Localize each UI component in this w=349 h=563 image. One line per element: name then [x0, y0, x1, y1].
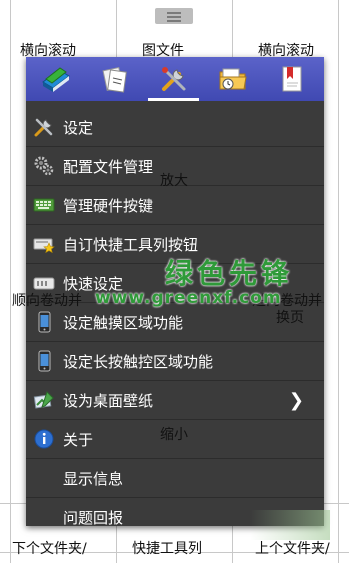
menu-item-label: 设为桌面壁纸 — [63, 391, 154, 410]
grid-line — [10, 0, 11, 563]
menu-item-set-wallpaper[interactable]: 设为桌面壁纸 ❯ — [26, 381, 324, 420]
menu-item-label: 关于 — [63, 430, 94, 449]
keyboard-icon — [33, 194, 55, 216]
zone-label-bottom-right: 上个文件夹/ — [255, 541, 330, 557]
bookmark-icon — [282, 66, 301, 92]
menu-item-label: 设定长按触控区域功能 — [63, 352, 214, 371]
menu-item-label: 配置文件管理 — [63, 157, 154, 176]
zone-label-bottom-left: 下个文件夹/ — [12, 541, 87, 557]
tab-tools[interactable] — [144, 57, 203, 101]
tools-icon — [161, 67, 185, 91]
watermark-url: www.greenxf.com — [95, 288, 282, 308]
info-icon — [33, 428, 55, 450]
watermark-title: 绿色先锋 — [165, 257, 294, 290]
gears-icon — [33, 155, 55, 177]
grid-line — [338, 0, 339, 563]
tab-folder[interactable] — [203, 57, 262, 101]
menu-item-label: 显示信息 — [63, 469, 124, 488]
corner-decoration — [250, 510, 330, 540]
phone-icon — [33, 350, 55, 372]
tab-documents[interactable] — [85, 57, 144, 101]
toolbar-star-icon — [33, 233, 55, 255]
tools-icon — [33, 116, 55, 138]
zone-label-left-scroll: 顺向卷动并 — [12, 293, 82, 309]
zone-label-bottom-mid: 快捷工具列 — [132, 541, 202, 557]
menu-item-label: 设定触摸区域功能 — [63, 313, 184, 332]
menu-item-settings[interactable]: 设定 — [26, 108, 324, 147]
zone-label-zoom-out: 缩小 — [160, 427, 188, 443]
books-icon — [41, 67, 70, 92]
chevron-right-icon: ❯ — [288, 390, 304, 411]
menu-item-show-info[interactable]: 显示信息 — [26, 459, 324, 498]
zone-label-page-turn: 换页 — [276, 310, 304, 326]
documents-icon — [102, 66, 127, 93]
menu-item-label: 管理硬件按键 — [63, 196, 154, 215]
phone-icon — [33, 311, 55, 333]
wallpaper-icon — [33, 389, 55, 411]
tab-library[interactable] — [26, 57, 85, 101]
zone-label-zoom-in: 放大 — [160, 173, 188, 189]
tab-bar — [26, 57, 324, 101]
folder-icon — [219, 68, 247, 90]
menu-item-long-press-zones[interactable]: 设定长按触控区域功能 — [26, 342, 324, 381]
menu-item-label: 设定 — [63, 118, 94, 137]
menu-item-label: 问题回报 — [63, 508, 124, 527]
menu-item-hardware-keys[interactable]: 管理硬件按键 — [26, 186, 324, 225]
drag-handle[interactable] — [155, 8, 193, 24]
tab-bookmarks[interactable] — [262, 57, 321, 101]
